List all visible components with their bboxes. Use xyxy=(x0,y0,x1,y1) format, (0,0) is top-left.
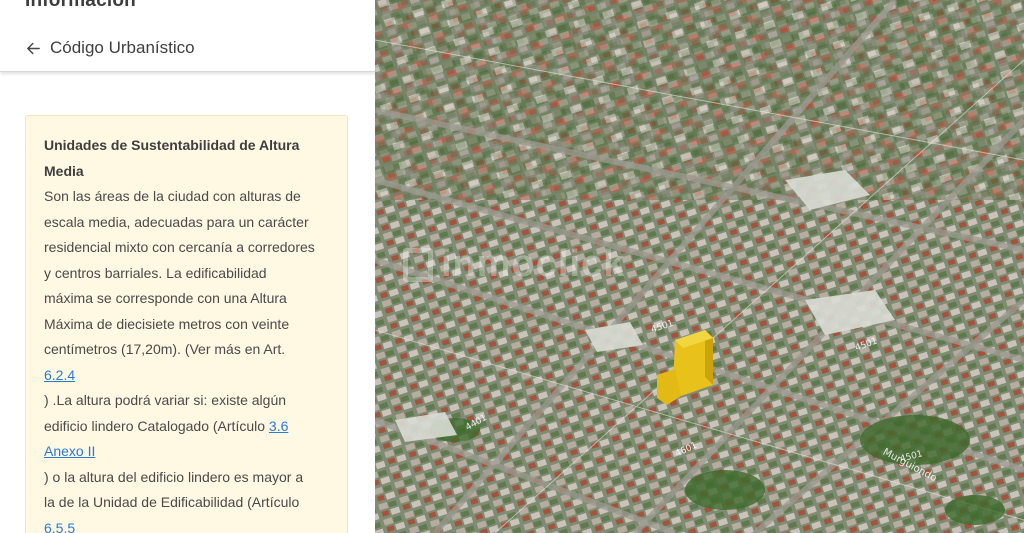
aerial-imagery xyxy=(375,0,1024,533)
article-link-6-2-4[interactable]: 6.2.4 xyxy=(44,367,75,383)
info-title-line1: Unidades de Sustentabilidad de Altura xyxy=(44,137,300,153)
info-text-line: y centros barriales. La edificabilidad xyxy=(44,264,267,281)
map-3d-view[interactable]: inmoclick 4501 4401 4601 4501 4501 Murgu… xyxy=(375,0,1024,533)
back-label: Código Urbanístico xyxy=(50,38,195,57)
info-text-line: edificio lindero Catalogado (Artículo xyxy=(44,417,269,434)
info-text-line: residencial mixto con cercanía a corredo… xyxy=(44,239,315,255)
info-card: Unidades de Sustentabilidad de Altura Me… xyxy=(25,115,348,533)
panel-title: Información xyxy=(25,0,136,11)
arrow-left-icon xyxy=(27,42,40,54)
info-text-line: la de la Unidad de Edificabilidad (Artíc… xyxy=(44,494,300,510)
article-link-6-5-5[interactable]: 6.5.5 xyxy=(44,520,75,533)
panel-header: Información Código Urbanístico xyxy=(0,0,375,72)
info-title-line2: Media xyxy=(44,162,84,179)
info-text-line: máxima se corresponde con una Altura xyxy=(44,290,287,306)
info-text-line: ) .La altura podrá variar si: existe alg… xyxy=(44,392,287,408)
back-button[interactable]: Código Urbanístico xyxy=(25,36,195,60)
article-link-3-6[interactable]: 3.6 xyxy=(269,418,288,434)
annex-link-ii[interactable]: Anexo II xyxy=(44,443,95,459)
info-text-line: centímetros (17,20m). (Ver más en Art. xyxy=(44,341,286,357)
info-text-line: ) o la altura del edificio lindero es ma… xyxy=(44,468,304,485)
info-panel: Información Código Urbanístico Unidades … xyxy=(0,0,375,533)
info-text-line: escala media, adecuadas para un carácter xyxy=(44,213,309,230)
info-text-line: Son las áreas de la ciudad con alturas d… xyxy=(44,188,301,204)
info-text-line: Máxima de diecisiete metros con veinte xyxy=(44,315,290,332)
